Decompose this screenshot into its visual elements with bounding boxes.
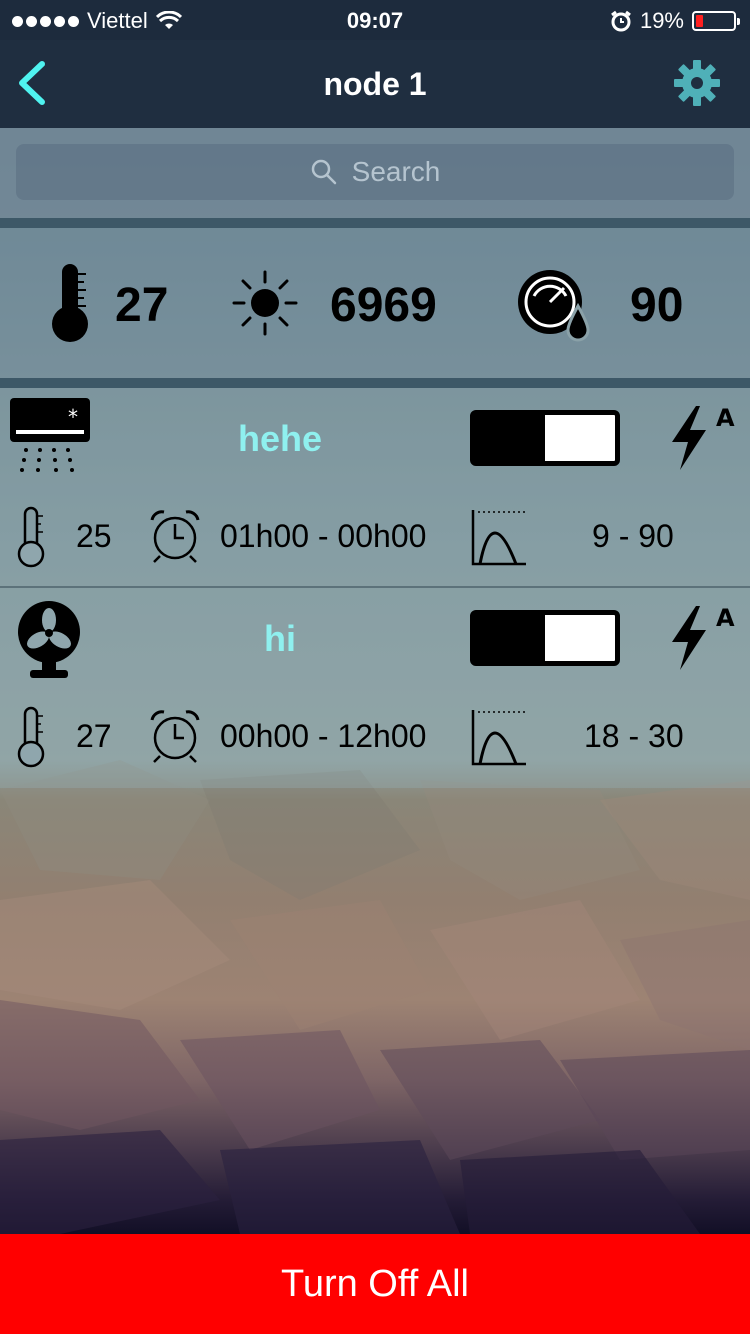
navigation-bar: node 1: [0, 40, 750, 128]
fan-icon: [18, 601, 80, 678]
battery-fill: [696, 15, 703, 27]
toggle-knob: [475, 415, 545, 461]
auto-label: A: [716, 604, 735, 632]
humidity-gauge-icon: [518, 270, 590, 342]
svg-text:*: *: [68, 405, 78, 429]
device-temperature: 27: [76, 718, 112, 754]
humidity-value: 90: [630, 279, 684, 332]
battery-percent: 19%: [639, 8, 684, 33]
device-temperature: 25: [76, 518, 112, 554]
status-bar: Viettel 09:07 19%: [0, 0, 750, 40]
sun-icon: [232, 270, 298, 336]
search-area: Search: [0, 128, 750, 218]
sensor-panel: 27 6969 90: [0, 228, 750, 378]
divider: [0, 218, 750, 228]
page-title: node 1: [323, 66, 427, 102]
auto-power-icon[interactable]: A: [666, 402, 738, 474]
toggle-knob: [475, 615, 545, 661]
device-row[interactable]: hi A 27 00h00 - 12h00 18 - 30: [0, 588, 750, 788]
auto-power-icon[interactable]: A: [666, 602, 738, 674]
search-icon: [311, 159, 336, 185]
device-range: 9 - 90: [592, 518, 674, 554]
device-name: hi: [264, 618, 296, 659]
device-range: 18 - 30: [584, 718, 684, 754]
air-conditioner-icon: *: [10, 398, 90, 472]
device-toggle[interactable]: [470, 610, 620, 666]
thermometer-outline-icon: [17, 706, 45, 768]
alarm-clock-icon: [150, 710, 200, 763]
search-placeholder: Search: [351, 156, 441, 187]
device-name: hehe: [237, 418, 323, 459]
device-toggle[interactable]: [470, 410, 620, 466]
gear-icon: [674, 60, 720, 106]
temperature-value: 27: [115, 279, 169, 332]
auto-label: A: [716, 404, 735, 432]
thermometer-icon: [52, 264, 88, 342]
device-schedule: 01h00 - 00h00: [220, 518, 427, 554]
settings-button[interactable]: [672, 58, 722, 108]
status-right: 19%: [610, 8, 740, 34]
search-input[interactable]: Search: [16, 144, 734, 200]
light-value: 6969: [330, 279, 437, 332]
alarm-icon: [611, 10, 631, 32]
device-schedule: 00h00 - 12h00: [220, 718, 427, 754]
thermometer-outline-icon: [17, 506, 45, 568]
range-curve-icon: [471, 710, 526, 766]
alarm-clock-icon: [150, 510, 200, 563]
device-row[interactable]: * hehe A 25 01h00 - 00h00 9 - 90: [0, 388, 750, 588]
battery-icon: [692, 11, 740, 31]
divider: [0, 378, 750, 388]
range-curve-icon: [471, 510, 526, 566]
turn-off-all-button[interactable]: Turn Off All: [0, 1234, 750, 1334]
